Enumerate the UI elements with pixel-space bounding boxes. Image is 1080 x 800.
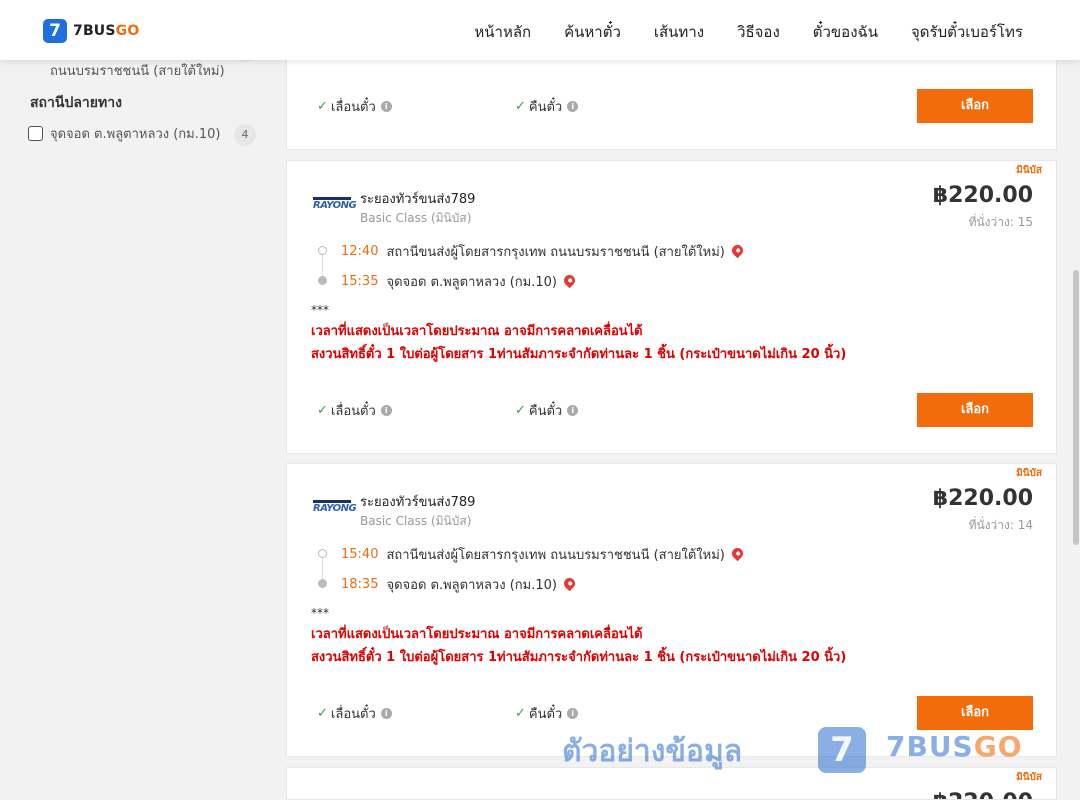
reschedule-policy: ✓ เลื่อนตั๋ว i [317,96,392,117]
departure-stop: 12:40 สถานีขนส่งผู้โดยสารกรุงเทพ ถนนบรมร… [341,241,746,262]
departure-time: 15:40 [341,547,379,562]
scrollbar-thumb[interactable] [1073,270,1079,545]
note-stars: *** [311,606,329,620]
route-line [322,554,323,582]
destination-dot [318,579,327,588]
refund-policy: ✓ คืนตั๋ว i [515,96,579,117]
trip-card: มินิบัส RAYONG ระยองทัวร์ขนส่ง789 Basic … [286,160,1057,454]
reschedule-label: เลื่อนตั๋ว [330,100,376,115]
check-icon: ✓ [317,99,328,114]
refund-policy: ✓ คืนตั๋ว i [515,703,579,724]
nav-my-tickets[interactable]: ตั๋วของฉัน [813,20,878,44]
check-icon: ✓ [515,99,526,114]
note-line-2: สงวนสิทธิ์ตั๋ว 1 ใบต่อผู้โดยสาร 1ท่านสัม… [311,347,847,362]
operator-name: ระยองทัวร์ขนส่ง789 [360,495,476,510]
origin-dot [318,246,327,255]
nav-home[interactable]: หน้าหลัก [474,20,531,44]
refund-label: คืนตั๋ว [528,404,563,419]
check-icon: ✓ [317,403,328,418]
refund-label: คืนตั๋ว [528,707,563,722]
map-pin-icon[interactable] [729,242,746,259]
operator-logo: RAYONG [313,500,357,518]
note-line-1: เวลาที่แสดงเป็นเวลาโดยประมาณ อาจมีการคลา… [311,324,643,339]
ticket-price: ฿220.00 [933,790,1033,799]
arrival-stop-name: จุดจอด ต.พลูตาหลวง (กม.10) [386,275,557,290]
nav-search-ticket[interactable]: ค้นหาตั๋ว [564,20,621,44]
map-pin-icon[interactable] [729,545,746,562]
departure-stop: 15:40 สถานีขนส่งผู้โดยสารกรุงเทพ ถนนบรมร… [341,544,746,565]
reschedule-policy: ✓ เลื่อนตั๋ว i [317,703,392,724]
reschedule-label: เลื่อนตั๋ว [330,404,376,419]
check-icon: ✓ [317,706,328,721]
check-icon: ✓ [515,706,526,721]
bus-class: Basic Class (มินิบัส) [360,514,472,528]
logo-text: 7BUSGO [73,23,140,39]
operator-name: ระยองทัวร์ขนส่ง789 [360,192,476,207]
destination-checkbox[interactable] [28,126,43,141]
arrival-time: 15:35 [341,274,379,289]
destination-count: 4 [234,124,256,146]
ticket-price: ฿220.00 [932,183,1033,208]
map-pin-icon[interactable] [561,272,578,289]
info-icon[interactable]: i [567,101,579,112]
trip-card: มินิบัส RAYONG ระยองทัวร์ขนส่ง789 Basic … [286,463,1057,757]
vehicle-type-badge: มินิบัส [1016,468,1042,479]
watermark-logo-mark: 7 [818,727,866,773]
reschedule-policy: ✓ เลื่อนตั๋ว i [317,400,392,421]
check-icon: ✓ [515,403,526,418]
seats-available: ที่นั่งว่าง: 15 [968,215,1033,229]
nav-routes[interactable]: เส้นทาง [654,20,704,44]
select-button[interactable]: เลือก [917,696,1033,730]
site-logo[interactable]: 7 7BUSGO [43,19,139,43]
route-line [322,251,323,279]
nav-pickup-points[interactable]: จุดรับตั๋วเบอร์โทร [911,20,1023,44]
operator-logo: RAYONG [313,197,357,215]
destination-dot [318,276,327,285]
refund-policy: ✓ คืนตั๋ว i [515,400,579,421]
bus-class: Basic Class (มินิบัส) [360,211,472,225]
select-button[interactable]: เลือก [917,393,1033,427]
departure-stop-name: สถานีขนส่งผู้โดยสารกรุงเทพ ถนนบรมราชชนนี… [386,245,725,260]
note-line-1: เวลาที่แสดงเป็นเวลาโดยประมาณ อาจมีการคลา… [311,627,643,642]
departure-stop-name: สถานีขนส่งผู้โดยสารกรุงเทพ ถนนบรมราชชนนี… [386,548,725,563]
info-icon[interactable]: i [380,405,392,416]
info-icon[interactable]: i [567,708,579,719]
reschedule-label: เลื่อนตั๋ว [330,707,376,722]
info-icon[interactable]: i [380,101,392,112]
ticket-price: ฿220.00 [932,486,1033,511]
destination-label: จุดจอด ต.พลูตาหลวง (กม.10) [50,127,221,142]
arrival-time: 18:35 [341,577,379,592]
departure-time: 12:40 [341,244,379,259]
seats-available: ที่นั่งว่าง: 14 [968,518,1033,532]
main-nav: หน้าหลัก ค้นหาตั๋ว เส้นทาง วิธีจอง ตั๋วข… [474,20,1023,44]
destination-heading: สถานีปลายทาง [30,95,122,111]
logo-mark: 7 [43,19,67,43]
origin-dot [318,549,327,558]
refund-label: คืนตั๋ว [528,100,563,115]
arrival-stop-name: จุดจอด ต.พลูตาหลวง (กม.10) [386,578,557,593]
vehicle-type-badge: มินิบัส [1016,772,1042,783]
note-line-2: สงวนสิทธิ์ตั๋ว 1 ใบต่อผู้โดยสาร 1ท่านสัม… [311,650,847,665]
watermark-brand: 7BUSGO [886,730,1023,763]
map-pin-icon[interactable] [561,575,578,592]
vehicle-type-badge: มินิบัส [1016,165,1042,176]
top-header: 7 7BUSGO หน้าหลัก ค้นหาตั๋ว เส้นทาง วิธี… [0,0,1080,60]
info-icon[interactable]: i [380,708,392,719]
info-icon[interactable]: i [567,405,579,416]
nav-how-to-book[interactable]: วิธีจอง [737,20,780,44]
watermark-text: ตัวอย่างข้อมูล [562,734,743,769]
note-stars: *** [311,303,329,317]
filter-destination-row: จุดจอด ต.พลูตาหลวง (กม.10) 4 [28,124,256,146]
arrival-stop: 15:35 จุดจอด ต.พลูตาหลวง (กม.10) [341,271,578,292]
arrival-stop: 18:35 จุดจอด ต.พลูตาหลวง (กม.10) [341,574,578,595]
select-button[interactable]: เลือก [917,89,1033,123]
